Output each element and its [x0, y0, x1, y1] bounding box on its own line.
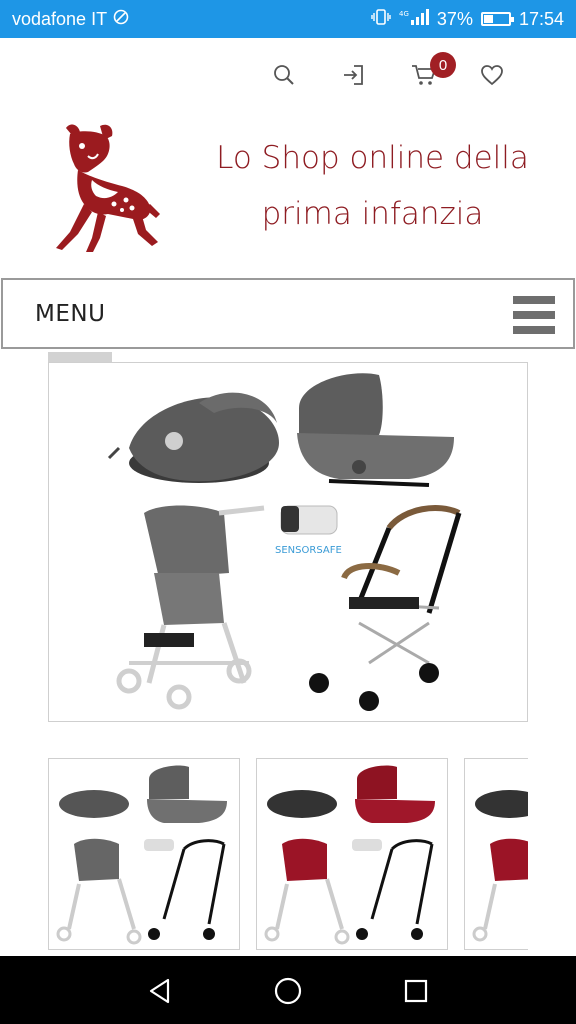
header-icons	[260, 55, 520, 95]
thumbnail-red[interactable]	[256, 758, 448, 950]
menu-label[interactable]: MENU	[35, 301, 105, 327]
network-type: 4G	[399, 10, 409, 18]
product-main-image[interactable]: SENSORSAFE	[48, 362, 528, 722]
search-icon[interactable]	[270, 61, 298, 89]
carrier-name: vodafone IT	[12, 8, 108, 29]
thumbnail-strip	[48, 758, 528, 950]
location-off-icon	[113, 9, 129, 30]
grey-stroller-image	[116, 505, 265, 710]
thumbnail-red-2[interactable]	[464, 758, 528, 950]
carrier-group: vodafone IT	[12, 9, 129, 30]
home-icon[interactable]	[271, 974, 305, 1008]
status-right-group: 4G 37% 17:54	[371, 8, 564, 31]
android-nav-bar	[0, 956, 576, 1024]
tagline-line-2: prima infanzia	[261, 196, 484, 232]
bambi-logo[interactable]	[48, 120, 163, 255]
cart-count-badge[interactable]: 0	[430, 52, 456, 78]
signal-icon: 4G	[399, 8, 429, 31]
heart-icon[interactable]	[478, 61, 506, 89]
shop-tagline: Lo Shop online della prima infanzia	[200, 130, 545, 242]
battery-fill	[483, 15, 493, 23]
back-icon[interactable]	[143, 974, 177, 1008]
car-seat-image	[107, 392, 279, 483]
tagline-line-1: Lo Shop online della	[216, 140, 529, 176]
status-bar: vodafone IT 4G 37% 17:54	[0, 0, 576, 38]
battery-icon	[480, 12, 514, 26]
recents-icon[interactable]	[399, 974, 433, 1008]
menu-bar[interactable]: MENU	[1, 278, 575, 349]
gallery-tab-indicator	[48, 352, 112, 362]
clock: 17:54	[518, 8, 564, 29]
login-icon[interactable]	[340, 61, 368, 89]
vibrate-icon	[371, 8, 391, 31]
hamburger-icon[interactable]	[513, 296, 555, 334]
thumbnail-grey[interactable]	[48, 758, 240, 950]
black-stroller-image	[309, 505, 462, 711]
sensorsafe-label: SENSORSAFE	[275, 545, 342, 556]
battery-percent: 37%	[436, 8, 473, 29]
sensorsafe-device: SENSORSAFE	[275, 505, 342, 556]
carrycot-image	[297, 373, 454, 487]
